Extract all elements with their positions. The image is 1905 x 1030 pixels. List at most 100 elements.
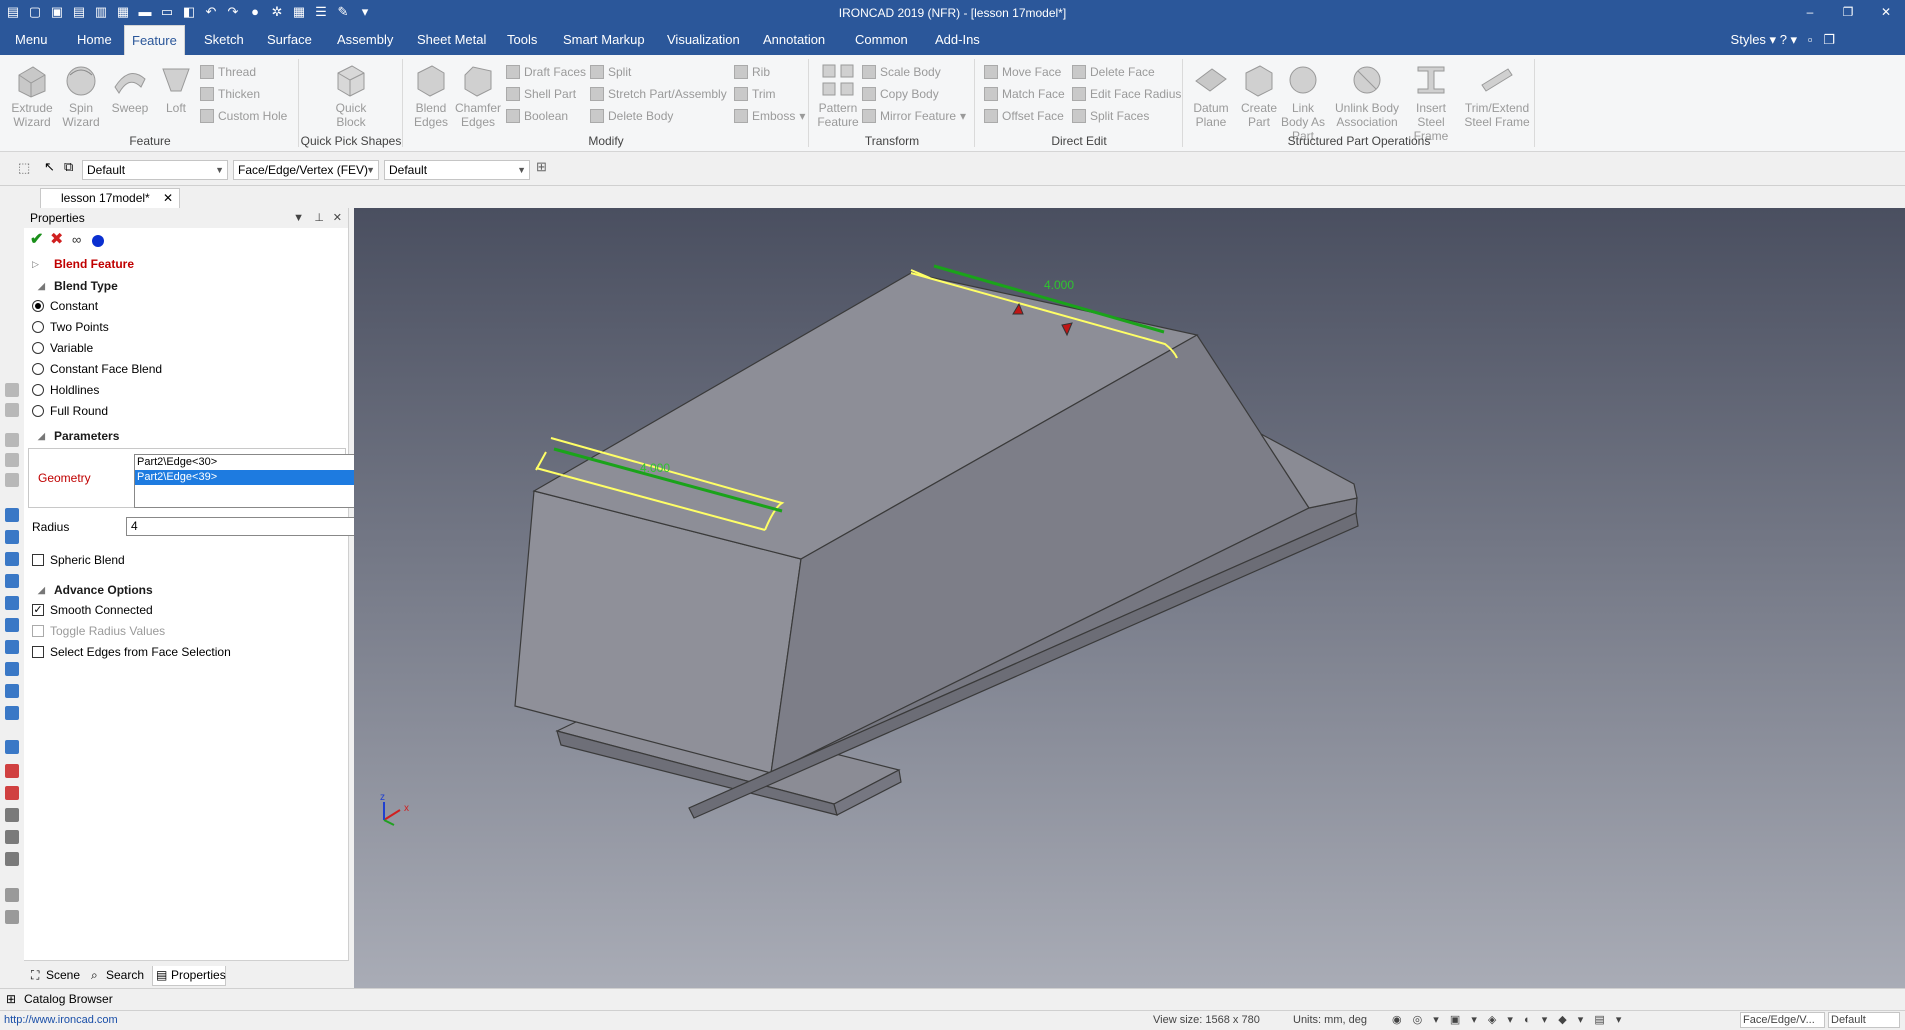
custom-hole-button[interactable]: Custom Hole xyxy=(200,107,287,125)
mirror-feature-button[interactable]: Mirror Feature ▾ xyxy=(862,107,966,125)
radio-button[interactable] xyxy=(32,384,44,396)
constraint-icon[interactable] xyxy=(5,786,19,800)
help-icon[interactable]: ? xyxy=(1780,32,1787,47)
emboss-button[interactable]: Emboss ▾ xyxy=(734,107,805,125)
minimize-button[interactable]: – xyxy=(1791,0,1829,25)
geometry-item[interactable]: Part2\Edge<30> xyxy=(135,455,365,470)
preview-icon[interactable]: ∞ xyxy=(72,230,81,250)
tab-annotation[interactable]: Annotation xyxy=(756,25,832,55)
tool-icon[interactable] xyxy=(5,910,19,924)
checkbox[interactable] xyxy=(32,646,44,658)
shell-part-button[interactable]: Shell Part xyxy=(506,85,576,103)
selection-style-combo[interactable]: Default ▼ xyxy=(82,160,228,180)
angle-icon[interactable] xyxy=(5,808,19,822)
cube-icon[interactable] xyxy=(5,618,19,632)
split-faces-button[interactable]: Split Faces xyxy=(1072,107,1149,125)
color-icon[interactable] xyxy=(92,235,104,247)
radio-button[interactable] xyxy=(32,300,44,312)
radio-button[interactable] xyxy=(32,321,44,333)
geometry-list[interactable]: Part2\Edge<30> Part2\Edge<39> xyxy=(134,454,366,508)
blend-type-section[interactable]: ◢ Blend Type xyxy=(24,276,349,296)
cube-icon[interactable] xyxy=(5,574,19,588)
radio-variable[interactable]: Variable xyxy=(24,338,349,358)
datum-plane-button[interactable]: Datum Plane xyxy=(1186,61,1236,129)
restore-button[interactable]: ❐ xyxy=(1829,0,1867,25)
loft-button[interactable]: Loft xyxy=(154,61,198,115)
tool-icon[interactable] xyxy=(5,888,19,902)
tab-sketch[interactable]: Sketch xyxy=(197,25,251,55)
tab-home[interactable]: Home xyxy=(70,25,119,55)
boolean-button[interactable]: Boolean xyxy=(506,107,568,125)
spin-wizard-button[interactable]: Spin Wizard xyxy=(58,61,104,129)
checkbox-checked[interactable]: ✓ xyxy=(32,604,44,616)
quick-block-button[interactable]: Quick Block xyxy=(326,61,376,129)
viewport-canvas[interactable]: 4.000 4.000 x z xyxy=(354,208,1905,988)
cube-icon[interactable] xyxy=(5,530,19,544)
delete-body-button[interactable]: Delete Body xyxy=(590,107,673,125)
tool-icon[interactable] xyxy=(5,383,19,397)
status-tool-icons[interactable]: ◉ ◎ ▾ ▣ ▾ ◈ ▾ ◐ ▾ ◆ ▾ ▤ ▾ xyxy=(1392,1011,1625,1030)
tool-icon[interactable] xyxy=(5,453,19,467)
radio-constant[interactable]: Constant xyxy=(24,296,349,316)
tab-search[interactable]: ⌕ Search xyxy=(88,966,148,986)
cube-icon[interactable] xyxy=(5,508,19,522)
radio-button[interactable] xyxy=(32,342,44,354)
split-button[interactable]: Split xyxy=(590,63,631,81)
check-icon[interactable]: ✔ xyxy=(30,230,43,250)
tab-scene[interactable]: ⛶ Scene xyxy=(28,966,84,986)
pointer-icon[interactable]: ↖ xyxy=(44,159,55,175)
advance-options-section[interactable]: ◢ Advance Options xyxy=(24,580,349,600)
pin-icon[interactable]: ⊥ xyxy=(314,208,324,228)
rib-button[interactable]: Rib xyxy=(734,63,770,81)
trim-extend-steel-button[interactable]: Trim/Extend Steel Frame xyxy=(1462,61,1532,129)
thicken-button[interactable]: Thicken xyxy=(200,85,260,103)
tab-sheet-metal[interactable]: Sheet Metal xyxy=(410,25,493,55)
status-style-combo[interactable]: Default xyxy=(1828,1012,1900,1028)
smooth-connected-option[interactable]: ✓ Smooth Connected xyxy=(24,600,349,620)
radio-constant-face-blend[interactable]: Constant Face Blend xyxy=(24,359,349,379)
scale-body-button[interactable]: Scale Body xyxy=(862,63,941,81)
filter-icon[interactable]: ⧉ xyxy=(64,159,73,175)
close-icon[interactable]: ✕ xyxy=(163,189,173,207)
dimension-label-top[interactable]: 4.000 xyxy=(1044,278,1074,292)
radio-button[interactable] xyxy=(32,405,44,417)
tab-menu[interactable]: Menu xyxy=(8,25,55,55)
unlink-body-button[interactable]: Unlink Body Association xyxy=(1332,61,1402,129)
constraint-icon[interactable] xyxy=(5,764,19,778)
offset-face-button[interactable]: Offset Face xyxy=(984,107,1064,125)
cancel-icon[interactable]: ✖ xyxy=(50,230,63,250)
move-face-button[interactable]: Move Face xyxy=(984,63,1061,81)
draft-faces-button[interactable]: Draft Faces xyxy=(506,63,586,81)
radio-full-round[interactable]: Full Round xyxy=(24,401,349,421)
cube-icon[interactable] xyxy=(5,640,19,654)
tab-visualization[interactable]: Visualization xyxy=(660,25,747,55)
cube-icon[interactable] xyxy=(5,596,19,610)
tab-properties[interactable]: ▤ Properties xyxy=(152,966,226,986)
parameters-section[interactable]: ◢ Parameters xyxy=(24,426,349,446)
tool-icon[interactable] xyxy=(5,433,19,447)
link-body-button[interactable]: Link Body As Part xyxy=(1278,61,1328,143)
cube-icon[interactable] xyxy=(5,706,19,720)
trim-button[interactable]: Trim xyxy=(734,85,776,103)
cube-icon[interactable] xyxy=(5,552,19,566)
website-link[interactable]: http://www.ironcad.com xyxy=(4,1011,118,1030)
3d-viewport[interactable]: 4.000 4.000 x z xyxy=(354,208,1905,988)
dropdown-icon[interactable]: ▼ xyxy=(293,208,304,228)
close-icon[interactable]: ✕ xyxy=(333,208,342,228)
tab-surface[interactable]: Surface xyxy=(260,25,319,55)
circle-icon[interactable] xyxy=(5,852,19,866)
match-face-button[interactable]: Match Face xyxy=(984,85,1065,103)
radius-input[interactable]: 4 xyxy=(126,517,366,536)
catalog-browser-bar[interactable]: ⊞ Catalog Browser xyxy=(0,988,1905,1010)
pattern-feature-button[interactable]: Pattern Feature xyxy=(816,61,860,129)
stretch-button[interactable]: Stretch Part/Assembly xyxy=(590,85,727,103)
thread-button[interactable]: Thread xyxy=(200,63,256,81)
styles-menu[interactable]: Styles ▾ ? ▾ ▫ ❐ xyxy=(1731,25,1835,55)
copy-body-button[interactable]: Copy Body xyxy=(862,85,939,103)
select-edges-option[interactable]: Select Edges from Face Selection xyxy=(24,642,349,662)
tab-common[interactable]: Common xyxy=(848,25,915,55)
tab-feature[interactable]: Feature xyxy=(124,25,185,55)
tab-assembly[interactable]: Assembly xyxy=(330,25,400,55)
chamfer-edges-button[interactable]: Chamfer Edges xyxy=(454,61,502,129)
extrude-wizard-button[interactable]: Extrude Wizard xyxy=(8,61,56,129)
